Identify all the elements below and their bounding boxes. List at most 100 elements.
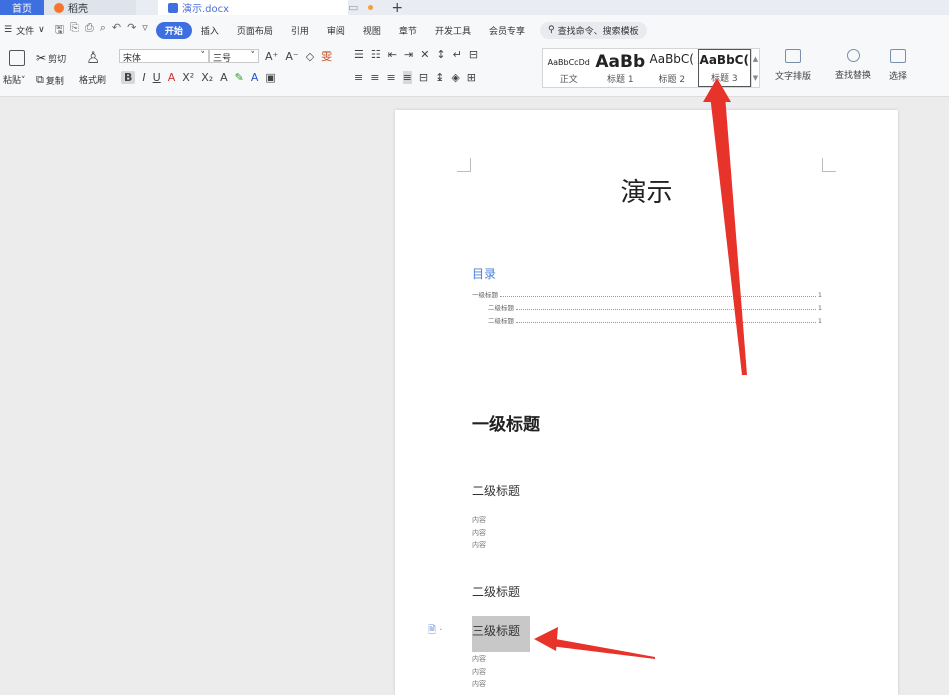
shrink-font-icon[interactable]: A⁻	[285, 50, 298, 63]
margin-mark	[457, 158, 471, 172]
show-marks-icon[interactable]: ↵	[453, 48, 462, 61]
tab-view[interactable]: 视图	[354, 24, 390, 37]
shading-icon[interactable]: ◈	[451, 71, 459, 84]
style-heading-1[interactable]: AaBb 标题 1	[595, 49, 647, 87]
style-heading-2[interactable]: AaBbC( 标题 2	[646, 49, 698, 87]
command-search[interactable]: ⚲ 查找命令、搜索模板	[539, 21, 647, 39]
chevron-down-icon: ∨	[38, 25, 45, 35]
tab-member[interactable]: 会员专享	[480, 24, 534, 37]
format-painter-icon[interactable]: ♙	[86, 48, 100, 67]
ribbon: 粘贴˅ ✂ 剪切 ⧉ 复制 ♙ 格式刷 宋体 ˅ 三号 ˅ A⁺ A⁻ ◇ 雯 B I …	[0, 45, 949, 97]
sort-icon[interactable]: ↕	[436, 48, 445, 61]
decrease-indent-icon[interactable]: ⇤	[388, 48, 397, 61]
highlight-icon[interactable]: ✎	[235, 71, 244, 84]
table-tools-icon[interactable]: ⊟	[469, 48, 478, 61]
select-cursor-icon	[890, 49, 906, 63]
chevron-down-icon: ▼	[752, 73, 759, 82]
chevron-up-icon: ▲	[752, 54, 759, 63]
font-name-select[interactable]: 宋体 ˅	[119, 49, 209, 64]
heading-3-selected[interactable]: 三级标题	[472, 616, 530, 652]
tab-developer[interactable]: 开发工具	[426, 24, 480, 37]
cut-button[interactable]: ✂ 剪切	[36, 51, 66, 65]
styles-scroll[interactable]: ▲ ▼	[751, 49, 759, 87]
align-left-icon[interactable]: ≡	[354, 71, 363, 84]
align-right-icon[interactable]: ≡	[386, 71, 395, 84]
clear-format-icon[interactable]: ◇	[306, 50, 314, 63]
export-icon[interactable]: ⎘	[70, 21, 79, 40]
text-layout-button[interactable]: 文字排版	[775, 49, 811, 82]
tab-start[interactable]: 开始	[155, 21, 192, 39]
heading-2: 二级标题	[472, 484, 521, 498]
find-replace-button[interactable]: 查找替换	[835, 49, 871, 81]
document-page[interactable]: 演示 目录 一级标题 1 二级标题 1 二级标题 1 一级标题 二级标题 内容 内容 …	[395, 110, 898, 695]
phonetic-icon[interactable]: 雯	[321, 48, 332, 64]
monitor-icon[interactable]: ▭	[348, 1, 358, 14]
word-doc-icon	[168, 2, 178, 13]
tab-document[interactable]: 演示.docx	[158, 0, 348, 15]
tab-home[interactable]: 首页	[0, 0, 44, 15]
margin-mark	[822, 158, 836, 172]
strikethrough-icon[interactable]: A	[168, 71, 176, 84]
chevron-down-icon: ˅	[200, 51, 206, 61]
save-icon[interactable]: 🖫	[55, 21, 64, 40]
grow-font-icon[interactable]: A⁺	[265, 50, 278, 63]
magnifier-icon	[846, 49, 860, 62]
toc-heading: 目录	[472, 267, 497, 281]
bold-icon[interactable]: B	[121, 71, 136, 84]
bullet-list-icon[interactable]: ☰	[354, 48, 364, 61]
copy-icon: ⧉	[36, 73, 44, 86]
italic-icon[interactable]: I	[142, 71, 145, 84]
borders-icon[interactable]: ⊞	[467, 71, 476, 84]
print-preview-icon[interactable]: ⌕	[100, 21, 106, 40]
underline-icon[interactable]: U	[153, 71, 161, 84]
text-effect-icon[interactable]: A	[220, 71, 228, 84]
tab-references[interactable]: 引用	[282, 24, 318, 37]
print-icon[interactable]: ⎙	[85, 21, 94, 40]
increase-indent-icon[interactable]: ⇥	[404, 48, 413, 61]
subscript-icon[interactable]: X₂	[201, 71, 213, 84]
tab-review[interactable]: 审阅	[318, 24, 354, 37]
toc-entry[interactable]: 二级标题 1	[472, 302, 822, 312]
paragraph-tools-row-2: ≡ ≡ ≡ ≡ ⊟ ↨ ◈ ⊞	[354, 71, 476, 84]
customize-icon[interactable]: ▿	[142, 21, 148, 40]
chinese-layout-icon[interactable]: ✕	[420, 48, 429, 61]
font-size-select[interactable]: 三号 ˅	[209, 49, 259, 64]
justify-icon[interactable]: ≡	[402, 71, 412, 84]
font-color-icon[interactable]: A	[251, 71, 259, 84]
content-block: 内容 内容 内容	[472, 516, 486, 549]
styles-gallery: AaBbCcDd 正文 AaBb 标题 1 AaBbC( 标题 2 AaBbC(…	[542, 48, 760, 88]
text-layout-icon	[785, 49, 801, 63]
numbered-list-icon[interactable]: ☷	[371, 48, 381, 61]
tab-insert[interactable]: 插入	[192, 24, 228, 37]
style-normal[interactable]: AaBbCcDd 正文	[543, 49, 595, 87]
heading-2: 二级标题	[472, 585, 521, 599]
file-menu[interactable]: ☰ 文件 ∨	[4, 24, 45, 37]
ribbon-tabs: 开始 插入 页面布局 引用 审阅 视图 章节 开发工具 会员专享	[155, 21, 534, 39]
style-heading-3[interactable]: AaBbC( 标题 3	[697, 49, 751, 87]
scissors-icon: ✂	[36, 51, 47, 65]
select-button[interactable]: 选择	[889, 49, 907, 82]
undo-icon[interactable]: ↶	[112, 21, 121, 40]
font-tools-row-1: A⁺ A⁻ ◇ 雯	[265, 48, 332, 64]
tab-docer[interactable]: 稻壳	[44, 0, 136, 15]
paste-icon[interactable]	[9, 50, 25, 66]
unsaved-dot-icon	[368, 5, 374, 10]
superscript-icon[interactable]: X²	[182, 71, 194, 84]
content-block: 内容 内容 内容	[472, 655, 486, 688]
format-painter-button[interactable]: 格式刷	[79, 73, 106, 86]
copy-button[interactable]: ⧉ 复制	[36, 73, 64, 87]
paste-button[interactable]: 粘贴˅	[3, 73, 26, 86]
new-tab-plus-icon[interactable]: +	[391, 0, 403, 16]
toc-entry[interactable]: 一级标题 1	[472, 289, 822, 299]
char-border-icon[interactable]: ▣	[265, 71, 275, 84]
tab-bar: 首页 稻壳 演示.docx ▭ +	[0, 0, 949, 16]
toc-entry[interactable]: 二级标题 1	[472, 315, 822, 325]
tab-page-layout[interactable]: 页面布局	[228, 24, 282, 37]
docer-icon	[54, 2, 64, 13]
align-center-icon[interactable]: ≡	[370, 71, 379, 84]
tab-section[interactable]: 章节	[390, 24, 426, 37]
distribute-icon[interactable]: ⊟	[419, 71, 428, 84]
line-spacing-icon[interactable]: ↨	[435, 71, 444, 84]
paragraph-marker-icon[interactable]: 🗎 ·	[428, 623, 442, 640]
redo-icon[interactable]: ↷	[127, 21, 136, 40]
